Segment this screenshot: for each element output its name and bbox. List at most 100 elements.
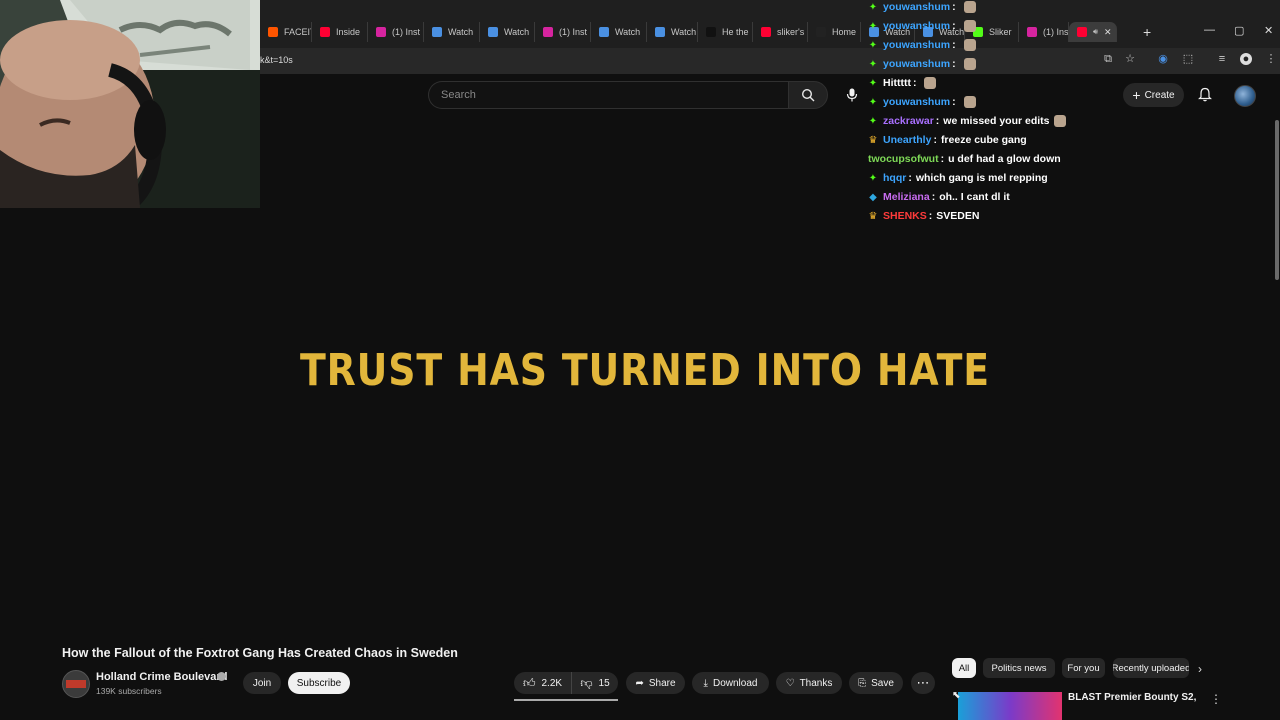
chat-username[interactable]: Meliziana [883, 191, 930, 203]
share-label: Share [648, 677, 676, 689]
chat-username[interactable]: twocupsofwut [868, 153, 939, 165]
browser-menu-icon[interactable]: ⋮ [1265, 53, 1277, 65]
chat-username[interactable]: zackrawar [883, 115, 934, 127]
browser-tab[interactable]: Watch [647, 22, 698, 42]
chat-username[interactable]: youwanshum [883, 58, 950, 70]
chat-username[interactable]: youwanshum [883, 1, 950, 13]
chat-username[interactable]: youwanshum [883, 39, 950, 51]
thanks-button[interactable]: ♡ Thanks [776, 672, 842, 694]
channel-avatar[interactable] [62, 670, 90, 698]
browser-tab[interactable]: Home [808, 22, 861, 42]
chat-message: ♛ SHENKS: SVEDEN [868, 207, 980, 225]
create-button[interactable]: + Create [1123, 83, 1184, 107]
chat-separator: : [912, 77, 917, 89]
subscriber-count: 139K subscribers [96, 686, 162, 696]
install-app-icon[interactable]: ⧉ [1102, 53, 1114, 65]
chat-message: ✦ youwanshum: [868, 55, 976, 73]
join-button[interactable]: Join [243, 672, 281, 694]
browser-tab[interactable]: (1) Inst [368, 22, 424, 42]
dislike-count: 15 [598, 677, 610, 689]
restore-icon[interactable]: ▢ [1234, 24, 1244, 37]
tab-label: (1) Inst [392, 27, 421, 37]
search-button[interactable] [788, 81, 828, 109]
extension-icon[interactable]: ◉ [1157, 53, 1169, 65]
chat-username[interactable]: Hittttt [883, 77, 911, 89]
chat-username[interactable]: youwanshum [883, 96, 950, 108]
video-title: How the Fallout of the Foxtrot Gang Has … [62, 646, 458, 660]
browser-tab[interactable]: (1) Inst [535, 22, 591, 42]
chat-message: ✦ youwanshum: [868, 93, 976, 111]
subscribe-button[interactable]: Subscribe [288, 672, 350, 694]
browser-tab[interactable]: Watch [480, 22, 535, 42]
bookmark-star-icon[interactable]: ☆ [1124, 53, 1136, 65]
browser-tab[interactable]: Watch [424, 22, 480, 42]
minimize-icon[interactable]: — [1204, 24, 1215, 36]
recommendation-title[interactable]: BLAST Premier Bounty S2, [1068, 692, 1196, 703]
search-icon [801, 88, 815, 102]
save-button[interactable]: ⎘ Save [849, 672, 903, 694]
media-controls-icon[interactable]: ≡ [1216, 53, 1228, 65]
account-avatar[interactable] [1234, 85, 1256, 107]
chevron-right-icon[interactable]: › [1198, 662, 1202, 676]
tab-label: FACEIT [284, 27, 311, 37]
chat-emote-icon [924, 77, 937, 89]
dislike-button[interactable]: 👎︎ 15 [571, 672, 618, 694]
voice-search-button[interactable] [840, 83, 864, 107]
tab-favicon-icon [320, 27, 330, 37]
tab-label: Watch [671, 27, 697, 37]
extensions-puzzle-icon[interactable]: ⬚ [1182, 53, 1194, 65]
tab-label: (1) Inst [559, 27, 588, 37]
chat-separator: : [933, 134, 937, 146]
video-title-card-text: TRUST HAS TURNED INTO HATE [299, 345, 991, 396]
tab-audio-icon[interactable]: 🔊︎ [1093, 27, 1098, 37]
tab-favicon-icon [543, 27, 553, 37]
chat-badge-icon: ✦ [868, 96, 878, 108]
tab-close-icon[interactable]: ✕ [1104, 27, 1112, 38]
browser-tab[interactable]: 🔊︎ ✕ [1069, 22, 1117, 42]
chip-politics-news[interactable]: Politics news [983, 658, 1055, 678]
channel-name[interactable]: Holland Crime Boulevard [96, 671, 227, 683]
chat-message-text: which gang is mel repping [915, 172, 1048, 184]
tab-label: sliker's [777, 27, 805, 37]
chat-username[interactable]: Unearthly [883, 134, 931, 146]
tab-favicon-icon [1077, 27, 1087, 37]
chip-all[interactable]: All [952, 658, 976, 678]
search-input[interactable] [439, 87, 763, 103]
browser-tab[interactable]: sliker's [753, 22, 808, 42]
chat-separator: : [952, 39, 956, 51]
chat-username[interactable]: hqqr [883, 172, 906, 184]
profile-icon[interactable]: ● [1240, 53, 1252, 65]
download-button[interactable]: ⤓ Download [692, 672, 769, 694]
tab-label: (1) Inst [1043, 27, 1069, 37]
browser-tab[interactable]: (1) Inst [1019, 22, 1069, 42]
tab-favicon-icon [432, 27, 442, 37]
like-button[interactable]: 👍︎ 2.2K [514, 672, 571, 694]
webcam-image [0, 0, 260, 208]
chat-message: ✦ hqqr: which gang is mel repping [868, 169, 1048, 187]
chat-message: ✦ youwanshum: [868, 36, 976, 54]
share-button[interactable]: ➦ Share [626, 672, 685, 694]
chip-recently-uploaded[interactable]: Recently uploaded [1113, 658, 1189, 678]
chat-username[interactable]: SHENKS [883, 210, 927, 222]
tab-favicon-icon [376, 27, 386, 37]
tab-label: Inside [336, 27, 361, 37]
chat-emote-icon [963, 1, 976, 13]
browser-tab[interactable]: FACEIT [260, 22, 312, 42]
bookmark-icon: ⎘ [858, 677, 867, 689]
close-window-icon[interactable]: ✕ [1264, 24, 1273, 37]
url-text[interactable]: k&t=10s [260, 55, 293, 65]
page-scrollbar[interactable] [1275, 120, 1279, 280]
new-tab-button[interactable]: + [1143, 24, 1151, 40]
thanks-label: Thanks [799, 677, 833, 689]
recommendation-thumbnail[interactable] [958, 692, 1062, 720]
browser-tab[interactable]: He the [698, 22, 753, 42]
browser-tab[interactable]: Watch [591, 22, 647, 42]
notifications-button[interactable] [1198, 87, 1212, 107]
tab-favicon-icon [268, 27, 278, 37]
more-vertical-icon[interactable]: ⋮ [1210, 692, 1222, 706]
browser-tab[interactable]: Inside [312, 22, 368, 42]
chip-for-you[interactable]: For you [1062, 658, 1105, 678]
chat-username[interactable]: youwanshum [883, 20, 950, 32]
more-actions-button[interactable]: ⋯ [911, 672, 935, 694]
more-horizontal-icon: ⋯ [916, 675, 930, 690]
